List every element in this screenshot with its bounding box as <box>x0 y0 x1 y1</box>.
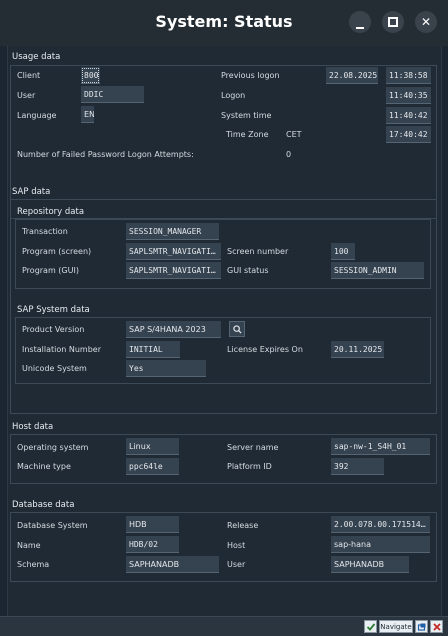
close-icon <box>432 623 441 631</box>
host-label: Host <box>227 541 246 550</box>
system-time-field[interactable]: 11:40:42 <box>386 107 431 124</box>
program-gui-field[interactable]: SAPLSMTR_NAVIGATI… <box>126 262 221 279</box>
database-system-label: Database System <box>17 521 88 530</box>
machine-type-label: Machine type <box>17 462 71 471</box>
db-user-label: User <box>227 560 246 569</box>
time-zone-value: CET <box>286 130 302 139</box>
product-version-field[interactable]: SAP S/4HANA 2023 <box>126 321 221 338</box>
database-name-field[interactable]: HDB/02 <box>126 536 179 553</box>
schema-label: Schema <box>17 560 50 569</box>
unicode-system-field[interactable]: Yes <box>126 360 206 377</box>
schema-field[interactable]: SAPHANADB <box>126 556 219 573</box>
program-screen-field[interactable]: SAPLSMTR_NAVIGATI… <box>126 243 221 260</box>
transaction-label: Transaction <box>22 227 68 236</box>
close-window-button[interactable]: ✕ <box>415 11 437 33</box>
status-dialog: Usage data Client 800 User DDIC Language… <box>7 46 442 616</box>
maximize-button[interactable] <box>382 11 404 33</box>
release-field[interactable]: 2.00.078.00.171514… <box>331 516 430 533</box>
operating-system-field[interactable]: Linux <box>126 438 179 455</box>
server-name-field[interactable]: sap-nw-1_S4H_01 <box>331 438 430 455</box>
language-label: Language <box>17 111 57 120</box>
title-bar: System: Status ✕ <box>0 0 448 46</box>
gui-status-field[interactable]: SESSION_ADMIN <box>331 262 424 279</box>
platform-id-field[interactable]: 392 <box>331 458 384 475</box>
search-icon <box>232 325 242 334</box>
time-zone-time-field[interactable]: 17:40:42 <box>386 126 431 143</box>
maximize-icon <box>388 17 398 27</box>
product-version-label: Product Version <box>22 325 85 334</box>
program-gui-label: Program (GUI) <box>22 266 79 275</box>
screen-number-label: Screen number <box>227 247 289 256</box>
usage-data-group <box>10 65 437 219</box>
database-system-field[interactable]: HDB <box>126 516 179 533</box>
minimize-icon <box>356 27 364 29</box>
minimize-button[interactable] <box>349 11 371 33</box>
repository-data-heading: Repository data <box>17 207 85 217</box>
operating-system-label: Operating system <box>17 443 89 452</box>
release-label: Release <box>227 521 259 530</box>
unicode-system-label: Unicode System <box>22 364 87 373</box>
host-data-heading: Host data <box>12 422 54 432</box>
installation-number-field[interactable]: INITIAL <box>126 341 180 358</box>
button-bar: Navigate <box>0 616 448 636</box>
screen-number-field[interactable]: 100 <box>331 243 355 260</box>
window-title: System: Status <box>155 12 293 31</box>
logon-label: Logon <box>221 91 246 100</box>
license-expires-label: License Expires On <box>227 345 303 354</box>
cancel-button[interactable] <box>430 620 443 633</box>
previous-logon-time-field[interactable]: 11:38:58 <box>386 67 431 84</box>
previous-logon-label: Previous logon <box>221 71 280 80</box>
user-field[interactable]: DDIC <box>81 86 144 103</box>
program-screen-label: Program (screen) <box>22 247 92 256</box>
database-data-heading: Database data <box>12 500 75 510</box>
installation-number-label: Installation Number <box>22 345 101 354</box>
sap-system-data-heading: SAP System data <box>17 305 90 315</box>
machine-type-field[interactable]: ppc64le <box>126 458 179 475</box>
failed-logon-value: 0 <box>286 150 292 159</box>
platform-id-label: Platform ID <box>227 462 272 471</box>
system-time-label: System time <box>221 111 272 120</box>
db-user-field[interactable]: SAPHANADB <box>331 556 409 573</box>
navigate-button[interactable]: Navigate <box>379 620 413 633</box>
database-name-label: Name <box>17 541 41 550</box>
confirm-button[interactable] <box>364 620 377 633</box>
client-field[interactable]: 800 <box>81 67 100 84</box>
transaction-field[interactable]: SESSION_MANAGER <box>126 223 219 240</box>
failed-logon-label: Number of Failed Password Logon Attempts… <box>17 150 194 159</box>
close-icon: ✕ <box>420 15 432 29</box>
previous-logon-date-field[interactable]: 22.08.2025 <box>326 67 378 84</box>
sap-data-heading: SAP data <box>12 187 51 197</box>
checkmark-icon <box>366 623 375 631</box>
language-field[interactable]: EN <box>81 106 94 123</box>
logon-time-field[interactable]: 11:40:35 <box>386 87 431 104</box>
time-zone-label: Time Zone <box>226 130 269 139</box>
client-label: Client <box>17 71 41 80</box>
server-name-label: Server name <box>227 443 279 452</box>
usage-data-heading: Usage data <box>12 52 61 62</box>
user-label: User <box>17 91 36 100</box>
restore-button[interactable] <box>415 620 428 633</box>
window-icon <box>417 623 425 631</box>
gui-status-label: GUI status <box>227 266 269 275</box>
license-expires-field[interactable]: 20.11.2025 <box>331 341 384 358</box>
host-field[interactable]: sap-hana <box>331 536 430 553</box>
product-version-details-button[interactable] <box>229 321 245 337</box>
